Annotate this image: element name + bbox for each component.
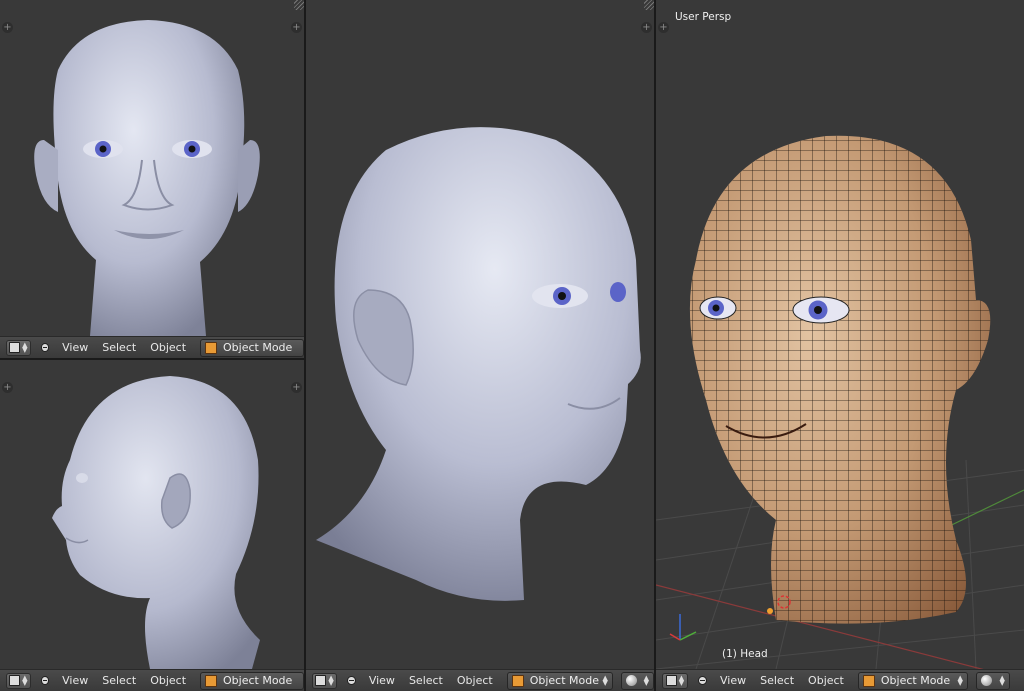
object-cube-icon (205, 341, 218, 354)
object-cube-icon (205, 674, 218, 687)
plus-icon[interactable]: + (2, 382, 13, 393)
collapse-minus-icon[interactable] (698, 676, 707, 685)
menu-object[interactable]: Object (457, 674, 493, 687)
3d-view-cube-icon[interactable]: ▲ ▼ (312, 672, 338, 689)
menu-view[interactable]: View (369, 674, 395, 687)
3d-view-cube-icon[interactable]: ▲ ▼ (6, 672, 31, 689)
viewport-side[interactable]: + + ▲ ▼ View Select Object Object Mode (0, 360, 304, 691)
area-split-corner[interactable] (644, 0, 654, 10)
menu-object[interactable]: Object (150, 341, 186, 354)
menu-object[interactable]: Object (150, 674, 186, 687)
plus-icon[interactable]: + (291, 382, 302, 393)
head-wireframe-render (656, 135, 1024, 669)
solid-sphere-icon[interactable]: ▲ ▼ (620, 671, 654, 690)
plus-icon[interactable]: + (641, 22, 652, 33)
viewport-header: ▲ ▼ View Select Object Object Mode ▲ ▼ ▲ ▼ (306, 669, 654, 691)
solid-sphere-icon[interactable]: ▲ ▼ (975, 671, 1010, 690)
viewport-header: ▲ ▼ View Select Object Object Mode (0, 669, 304, 691)
menu-object[interactable]: Object (808, 674, 844, 687)
head-front-render (34, 20, 260, 336)
collapse-minus-icon[interactable] (347, 676, 356, 685)
head-three-quarter-render (316, 127, 641, 601)
collapse-minus-icon[interactable] (40, 343, 50, 352)
object-mode-dropdown[interactable]: Object Mode ▲ ▼ (506, 671, 613, 690)
menu-view[interactable]: View (62, 341, 88, 354)
3d-view-cube-icon[interactable]: ▲ ▼ (6, 339, 31, 356)
menu-select[interactable]: Select (102, 674, 136, 687)
menu-select[interactable]: Select (760, 674, 794, 687)
viewport-front[interactable]: + + ▲ ▼ View Select Object Object Mode (0, 0, 304, 358)
menu-view[interactable]: View (62, 674, 88, 687)
viewport-header: ▲ ▼ View Select Object Object Mode ▲ ▼ ▲ ▼ (656, 669, 1024, 691)
menu-select[interactable]: Select (409, 674, 443, 687)
object-mode-dropdown[interactable]: Object Mode (200, 671, 304, 690)
viewport-title: User Persp (675, 11, 732, 23)
plus-icon[interactable]: + (291, 22, 302, 33)
menu-view[interactable]: View (720, 674, 746, 687)
viewport-user-persp[interactable]: User Persp (1) Head + ▲ ▼ View Select Obj… (656, 0, 1024, 691)
object-cube-icon (511, 674, 524, 687)
viewport-header: ▲ ▼ View Select Object Object Mode (0, 336, 304, 358)
object-cube-icon (862, 674, 875, 687)
object-mode-dropdown[interactable]: Object Mode ▲ ▼ (857, 671, 968, 690)
head-side-render (52, 376, 260, 669)
collapse-minus-icon[interactable] (40, 676, 50, 685)
active-object-label: (1) Head (722, 648, 768, 660)
plus-icon[interactable]: + (2, 22, 13, 33)
object-mode-dropdown[interactable]: Object Mode (200, 338, 304, 357)
area-split-corner[interactable] (294, 0, 304, 10)
plus-icon[interactable]: + (658, 22, 669, 33)
3d-view-cube-icon[interactable]: ▲ ▼ (662, 672, 688, 689)
viewport-center[interactable]: + ▲ ▼ View Select Object Object Mode ▲ ▼ ▲ ▼ (306, 0, 654, 691)
menu-select[interactable]: Select (102, 341, 136, 354)
